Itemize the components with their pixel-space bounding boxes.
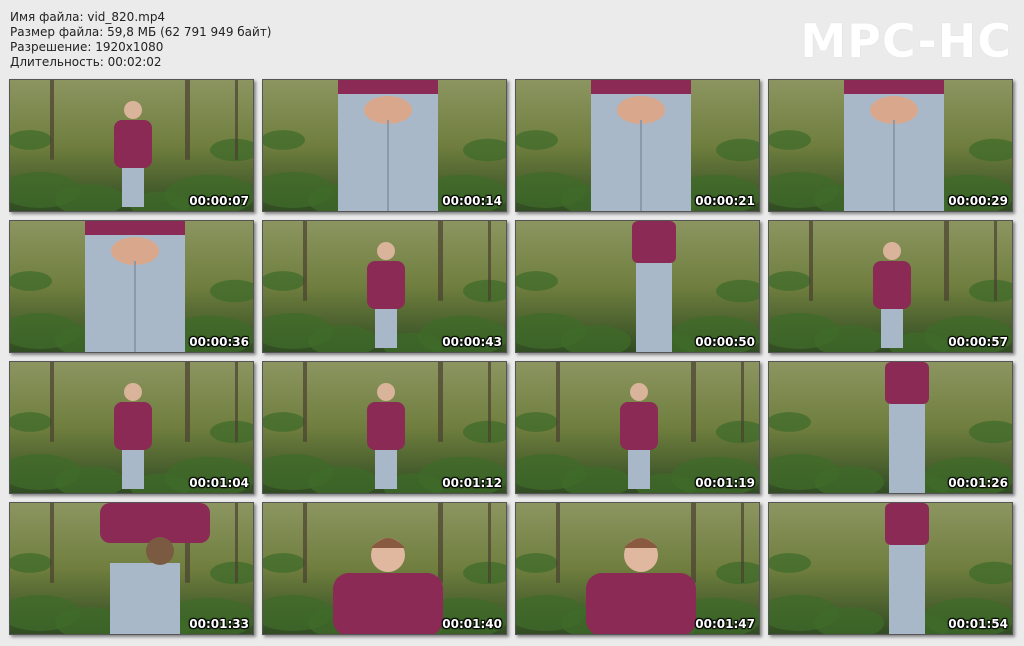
thumbnail: 00:00:21	[515, 79, 760, 212]
thumbnail-grid: 00:00:07 00:00:14 00:00:21 00:00:29 00:0…	[9, 79, 1013, 635]
thumbnail: 00:00:14	[262, 79, 507, 212]
file-resolution: Разрешение: 1920x1080	[10, 40, 164, 54]
thumbnail-timestamp: 00:00:21	[695, 194, 755, 208]
thumbnail: 00:00:50	[515, 220, 760, 353]
thumbnail: 00:01:54	[768, 502, 1013, 635]
thumbnail-timestamp: 00:01:04	[189, 476, 249, 490]
thumbnail: 00:01:47	[515, 502, 760, 635]
thumbnail-timestamp: 00:01:19	[695, 476, 755, 490]
thumbnail-image	[263, 362, 506, 493]
thumbnail: 00:00:57	[768, 220, 1013, 353]
thumbnail-timestamp: 00:01:26	[948, 476, 1008, 490]
thumbnail-image	[263, 80, 506, 211]
thumbnail-image	[516, 503, 759, 634]
mpc-hc-logo: MPC-HC	[800, 14, 1012, 68]
thumbnail-timestamp: 00:00:50	[695, 335, 755, 349]
thumbnail-timestamp: 00:01:33	[189, 617, 249, 631]
thumbnail: 00:01:04	[9, 361, 254, 494]
thumbnail-image	[769, 503, 1012, 634]
thumbnail-timestamp: 00:00:07	[189, 194, 249, 208]
thumbnail-image	[769, 362, 1012, 493]
thumbnail-image	[516, 362, 759, 493]
thumbnail-timestamp: 00:00:29	[948, 194, 1008, 208]
thumbnail: 00:01:40	[262, 502, 507, 635]
thumbnail: 00:01:33	[9, 502, 254, 635]
thumbnail-timestamp: 00:01:12	[442, 476, 502, 490]
thumbnail: 00:00:36	[9, 220, 254, 353]
thumbnail-timestamp: 00:00:43	[442, 335, 502, 349]
thumbnail-image	[10, 503, 253, 634]
thumbnail-image	[769, 80, 1012, 211]
thumbnail-image	[769, 221, 1012, 352]
thumbnail: 00:01:12	[262, 361, 507, 494]
thumbnail: 00:01:26	[768, 361, 1013, 494]
file-name: Имя файла: vid_820.mp4	[10, 10, 166, 24]
file-size: Размер файла: 59,8 МБ (62 791 949 байт)	[10, 25, 272, 39]
thumbnail: 00:01:19	[515, 361, 760, 494]
thumbnail-image	[10, 80, 253, 211]
thumbnail-image	[263, 221, 506, 352]
thumbnail-image	[10, 221, 253, 352]
file-duration: Длительность: 00:02:02	[10, 55, 162, 69]
thumbnail-timestamp: 00:00:57	[948, 335, 1008, 349]
thumbnail-timestamp: 00:01:47	[695, 617, 755, 631]
thumbnail-image	[10, 362, 253, 493]
thumbnail: 00:00:43	[262, 220, 507, 353]
thumbnail-timestamp: 00:00:14	[442, 194, 502, 208]
thumbnail: 00:00:07	[9, 79, 254, 212]
file-info: Имя файла: vid_820.mp4 Размер файла: 59,…	[10, 10, 272, 70]
thumbnail-image	[516, 80, 759, 211]
thumbnail-timestamp: 00:01:54	[948, 617, 1008, 631]
thumbnail: 00:00:29	[768, 79, 1013, 212]
thumbnail-timestamp: 00:00:36	[189, 335, 249, 349]
thumbnail-image	[263, 503, 506, 634]
thumbnail-image	[516, 221, 759, 352]
thumbnail-timestamp: 00:01:40	[442, 617, 502, 631]
